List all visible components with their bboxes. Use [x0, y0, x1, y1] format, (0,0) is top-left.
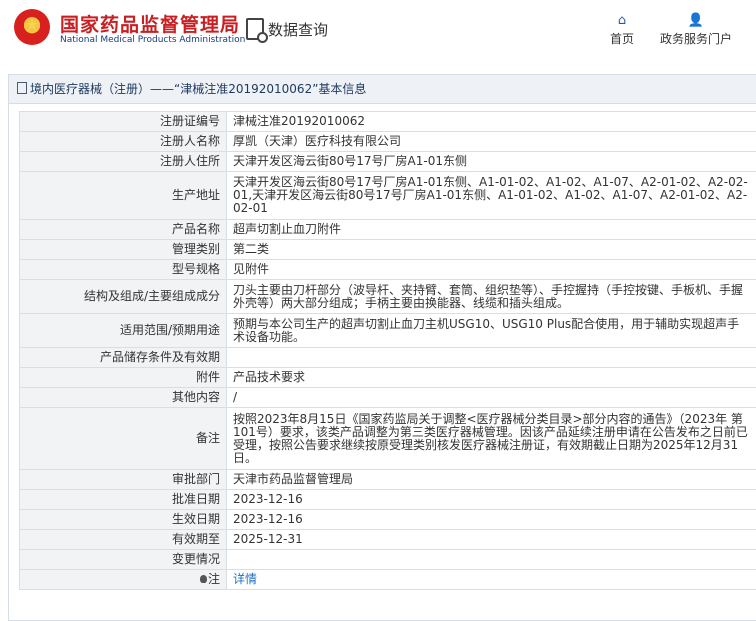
document-icon	[17, 82, 27, 94]
field-label: 产品储存条件及有效期	[20, 348, 227, 368]
field-value: 厚凯（天津）医疗科技有限公司	[227, 132, 756, 152]
field-value: 2025-12-31	[227, 530, 756, 550]
field-label: 生产地址	[20, 172, 227, 220]
field-value: 产品技术要求	[227, 368, 756, 388]
table-row-note: 注详情	[20, 570, 756, 590]
panel-title: 境内医疗器械（注册）——“津械注准20192010062”基本信息	[30, 82, 366, 96]
nav-home[interactable]: ⌂ 首页	[610, 12, 634, 47]
field-value: 2023-12-16	[227, 490, 756, 510]
nav-service-portal[interactable]: 👤 政务服务门户	[660, 12, 732, 47]
user-icon: 👤	[660, 12, 732, 30]
lightbulb-icon	[200, 575, 207, 583]
field-label: 其他内容	[20, 388, 227, 408]
info-panel: 境内医疗器械（注册）——“津械注准20192010062”基本信息 注册证编号津…	[8, 74, 756, 621]
field-value: 超声切割止血刀附件	[227, 220, 756, 240]
field-label: 注	[20, 570, 227, 590]
table-row: 附件产品技术要求	[20, 368, 756, 388]
field-label: 备注	[20, 408, 227, 470]
table-row: 有效期至2025-12-31	[20, 530, 756, 550]
field-value: /	[227, 388, 756, 408]
site-logo-en: National Medical Products Administration	[60, 35, 245, 45]
table-row: 适用范围/预期用途预期与本公司生产的超声切割止血刀主机USG10、USG10 P…	[20, 314, 756, 348]
table-row: 生效日期2023-12-16	[20, 510, 756, 530]
device-info-table: 注册证编号津械注准20192010062注册人名称厚凯（天津）医疗科技有限公司注…	[19, 111, 756, 590]
site-logo-cn[interactable]: 国家药品监督管理局	[60, 10, 240, 37]
table-row: 产品名称超声切割止血刀附件	[20, 220, 756, 240]
details-link[interactable]: 详情	[233, 572, 257, 586]
table-row: 变更情况	[20, 550, 756, 570]
table-row: 产品储存条件及有效期	[20, 348, 756, 368]
table-row: 其他内容/	[20, 388, 756, 408]
field-label: 注册人住所	[20, 152, 227, 172]
field-label: 有效期至	[20, 530, 227, 550]
table-row: 型号规格见附件	[20, 260, 756, 280]
field-label: 生效日期	[20, 510, 227, 530]
data-query-icon[interactable]	[246, 18, 264, 40]
field-value: 天津开发区海云街80号17号厂房A1-01东侧、A1-01-02、A1-02、A…	[227, 172, 756, 220]
data-query-label[interactable]: 数据查询	[268, 19, 328, 40]
table-row: 审批部门天津市药品监督管理局	[20, 470, 756, 490]
field-label: 产品名称	[20, 220, 227, 240]
field-label: 审批部门	[20, 470, 227, 490]
field-label: 变更情况	[20, 550, 227, 570]
field-value: 津械注准20192010062	[227, 112, 756, 132]
note-label: 注	[208, 572, 220, 586]
nav-service-label: 政务服务门户	[660, 32, 732, 46]
table-row: 注册证编号津械注准20192010062	[20, 112, 756, 132]
table-row: 生产地址天津开发区海云街80号17号厂房A1-01东侧、A1-01-02、A1-…	[20, 172, 756, 220]
field-label: 结构及组成/主要组成成分	[20, 280, 227, 314]
table-row: 备注按照2023年8月15日《国家药监局关于调整<医疗器械分类目录>部分内容的通…	[20, 408, 756, 470]
field-label: 管理类别	[20, 240, 227, 260]
field-value	[227, 348, 756, 368]
panel-title-bar: 境内医疗器械（注册）——“津械注准20192010062”基本信息	[9, 75, 756, 104]
table-row: 批准日期2023-12-16	[20, 490, 756, 510]
field-label: 附件	[20, 368, 227, 388]
field-value: 按照2023年8月15日《国家药监局关于调整<医疗器械分类目录>部分内容的通告》…	[227, 408, 756, 470]
field-value: 刀头主要由刀杆部分（波导杆、夹持臂、套筒、组织垫等）、手控握持（手控按键、手板机…	[227, 280, 756, 314]
field-value: 天津市药品监督管理局	[227, 470, 756, 490]
field-value: 详情	[227, 570, 756, 590]
table-row: 注册人名称厚凯（天津）医疗科技有限公司	[20, 132, 756, 152]
field-value: 见附件	[227, 260, 756, 280]
field-value: 天津开发区海云街80号17号厂房A1-01东侧	[227, 152, 756, 172]
field-value: 预期与本公司生产的超声切割止血刀主机USG10、USG10 Plus配合使用，用…	[227, 314, 756, 348]
field-value: 第二类	[227, 240, 756, 260]
home-icon: ⌂	[610, 12, 634, 30]
site-header: 国家药品监督管理局 National Medical Products Admi…	[0, 0, 756, 64]
field-label: 批准日期	[20, 490, 227, 510]
table-row: 管理类别第二类	[20, 240, 756, 260]
table-row: 注册人住所天津开发区海云街80号17号厂房A1-01东侧	[20, 152, 756, 172]
field-value	[227, 550, 756, 570]
table-row: 结构及组成/主要组成成分刀头主要由刀杆部分（波导杆、夹持臂、套筒、组织垫等）、手…	[20, 280, 756, 314]
field-label: 适用范围/预期用途	[20, 314, 227, 348]
nav-home-label: 首页	[610, 32, 634, 46]
field-label: 注册人名称	[20, 132, 227, 152]
field-label: 注册证编号	[20, 112, 227, 132]
field-value: 2023-12-16	[227, 510, 756, 530]
field-label: 型号规格	[20, 260, 227, 280]
national-emblem-icon	[14, 9, 50, 45]
